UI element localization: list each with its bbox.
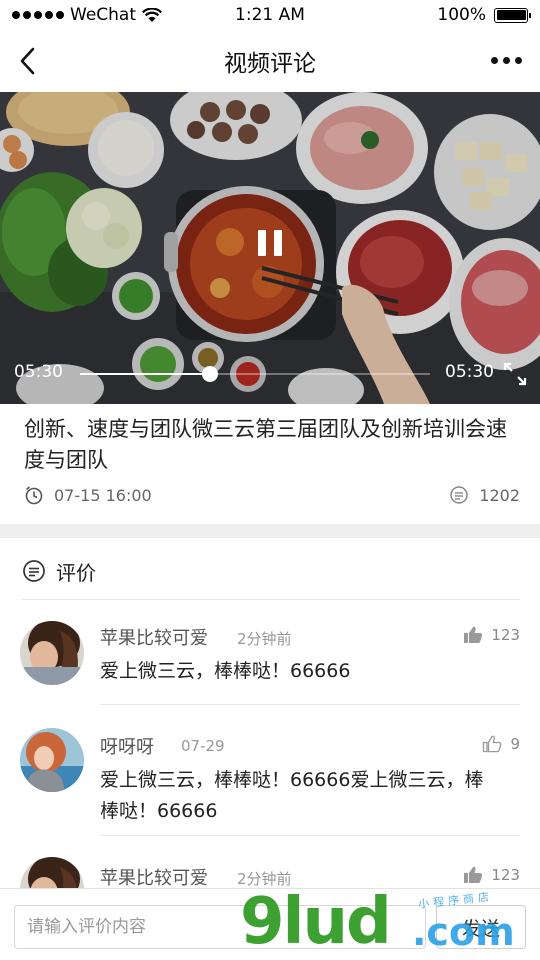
status-right: 100% (437, 5, 531, 25)
wifi-icon (142, 7, 162, 22)
status-bar: WeChat 1:21 AM 100% (0, 0, 540, 30)
like-count: 123 (491, 626, 520, 644)
meta-row: 07-15 16:00 1202 (24, 482, 520, 508)
avatar[interactable] (20, 857, 84, 888)
pause-bar (258, 230, 266, 256)
status-left: WeChat (12, 5, 162, 25)
meta-date: 07-15 16:00 (24, 485, 152, 505)
reviews-header: 评价 (22, 556, 96, 586)
more-dot (491, 56, 498, 64)
like-button[interactable]: 123 (463, 626, 520, 644)
video-title: 创新、速度与团队微三云第三届团队及创新培训会速度与团队 (24, 417, 507, 472)
thumbs-up-icon (464, 626, 483, 643)
more-dot (503, 56, 510, 64)
current-time: 05:30 (14, 362, 63, 382)
comment-username[interactable]: 呀呀呀 (100, 733, 154, 759)
comment-text: 爱上微三云，棒棒哒！66666爱上微三云，棒棒哒！66666 (100, 769, 484, 822)
section-divider (0, 524, 540, 538)
comment-text: 爱上微三云，棒棒哒！66666 (100, 660, 351, 682)
like-button[interactable]: 123 (463, 866, 520, 884)
comment-icon (23, 560, 45, 582)
progress-thumb[interactable] (201, 366, 218, 382)
comment-item: 苹果比较可爱 2分钟前 123 (0, 836, 540, 888)
progress-slider[interactable] (80, 366, 430, 382)
more-options-button[interactable] (491, 50, 522, 70)
pause-bar (274, 230, 282, 256)
battery-percent: 100% (437, 5, 486, 25)
post-datetime: 07-15 16:00 (54, 485, 152, 505)
comment-icon (450, 486, 469, 504)
comment-time: 2分钟前 (237, 630, 292, 648)
comment-time: 2分钟前 (237, 870, 292, 888)
more-dot (515, 56, 522, 64)
nav-bar: 视频评论 (0, 30, 540, 92)
reviews-title: 评价 (56, 560, 96, 585)
like-count: 9 (510, 735, 520, 753)
like-button[interactable]: 9 (482, 735, 520, 753)
signal-strength-icon (12, 11, 64, 19)
comment-input-bar: 发送 (0, 888, 540, 960)
thumbs-up-icon (464, 866, 483, 883)
comment-username[interactable]: 苹果比较可爱 (100, 624, 208, 650)
comment-time: 07-29 (181, 737, 225, 755)
carrier-name: WeChat (70, 5, 136, 25)
back-button[interactable] (12, 44, 42, 78)
comment-count: 1202 (479, 485, 520, 505)
avatar[interactable] (20, 621, 84, 685)
comment-item: 呀呀呀 07-29 9 爱上微三云，棒棒哒！66666爱上微三云，棒棒哒！666… (0, 705, 540, 836)
progress-fill (80, 373, 210, 375)
comment-item: 苹果比较可爱 2分钟前 123 爱上微三云，棒棒哒！66666 (0, 600, 540, 705)
pause-button[interactable] (255, 230, 285, 260)
chevron-left-icon (20, 47, 35, 75)
comment-username[interactable]: 苹果比较可爱 (100, 864, 208, 888)
comment-input[interactable] (14, 905, 426, 949)
page-title: 视频评论 (224, 51, 316, 77)
clock-icon (25, 486, 43, 505)
fullscreen-icon[interactable] (503, 362, 527, 386)
like-count: 123 (491, 866, 520, 884)
video-player[interactable]: 05:30 05:30 (0, 92, 540, 404)
send-button[interactable]: 发送 (436, 905, 526, 949)
avatar[interactable] (20, 728, 84, 792)
total-time: 05:30 (445, 362, 494, 382)
meta-comments: 1202 (449, 485, 520, 505)
battery-icon (494, 7, 531, 23)
battery-level (496, 10, 526, 20)
thumbs-up-outline-icon (483, 735, 502, 753)
